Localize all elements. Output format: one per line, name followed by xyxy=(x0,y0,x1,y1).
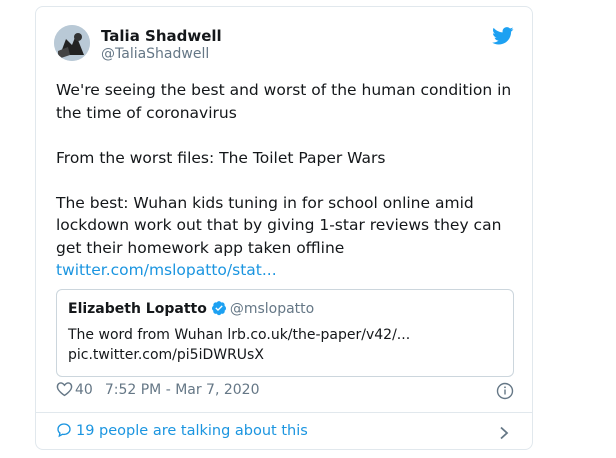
divider xyxy=(36,412,532,413)
info-icon[interactable] xyxy=(496,382,514,400)
tweet-meta: 40 7:52 PM - Mar 7, 2020 xyxy=(56,381,260,399)
speech-bubble-icon xyxy=(56,423,76,439)
tweet-paragraph: We're seeing the best and worst of the h… xyxy=(56,81,512,122)
quoted-author-handle: @mslopatto xyxy=(229,301,315,317)
tweet-paragraph: From the worst files: The Toilet Paper W… xyxy=(56,148,386,167)
talking-about-link[interactable]: 19 people are talking about this xyxy=(56,421,308,441)
quoted-author-name: Elizabeth Lopatto xyxy=(68,301,207,317)
verified-badge-icon xyxy=(211,300,227,316)
twitter-bird-icon[interactable] xyxy=(492,27,514,45)
avatar[interactable] xyxy=(54,25,90,61)
quoted-tweet-header: Elizabeth Lopatto @mslopatto xyxy=(68,300,314,318)
like-count[interactable]: 40 xyxy=(75,382,93,398)
tweet-card: Talia Shadwell @TaliaShadwell We're seei… xyxy=(35,6,533,450)
tweet-paragraph: The best: Wuhan kids tuning in for schoo… xyxy=(56,193,502,257)
tweet-link[interactable]: twitter.com/mslopatto/stat... xyxy=(56,261,277,279)
quoted-tweet-line: The word from Wuhan lrb.co.uk/the-paper/… xyxy=(68,327,411,343)
talking-about-label: 19 people are talking about this xyxy=(76,423,308,439)
chevron-right-icon[interactable] xyxy=(498,425,510,440)
quoted-tweet-text: The word from Wuhan lrb.co.uk/the-paper/… xyxy=(68,325,508,365)
quoted-tweet-line: pic.twitter.com/pi5iDWRUsX xyxy=(68,347,264,363)
author-handle[interactable]: @TaliaShadwell xyxy=(101,45,209,63)
tweet-timestamp[interactable]: 7:52 PM - Mar 7, 2020 xyxy=(105,382,260,398)
heart-icon[interactable] xyxy=(56,382,73,398)
tweet-text: We're seeing the best and worst of the h… xyxy=(56,79,526,282)
author-name[interactable]: Talia Shadwell xyxy=(101,27,222,45)
quoted-tweet[interactable]: Elizabeth Lopatto @mslopatto The word fro… xyxy=(56,289,514,377)
